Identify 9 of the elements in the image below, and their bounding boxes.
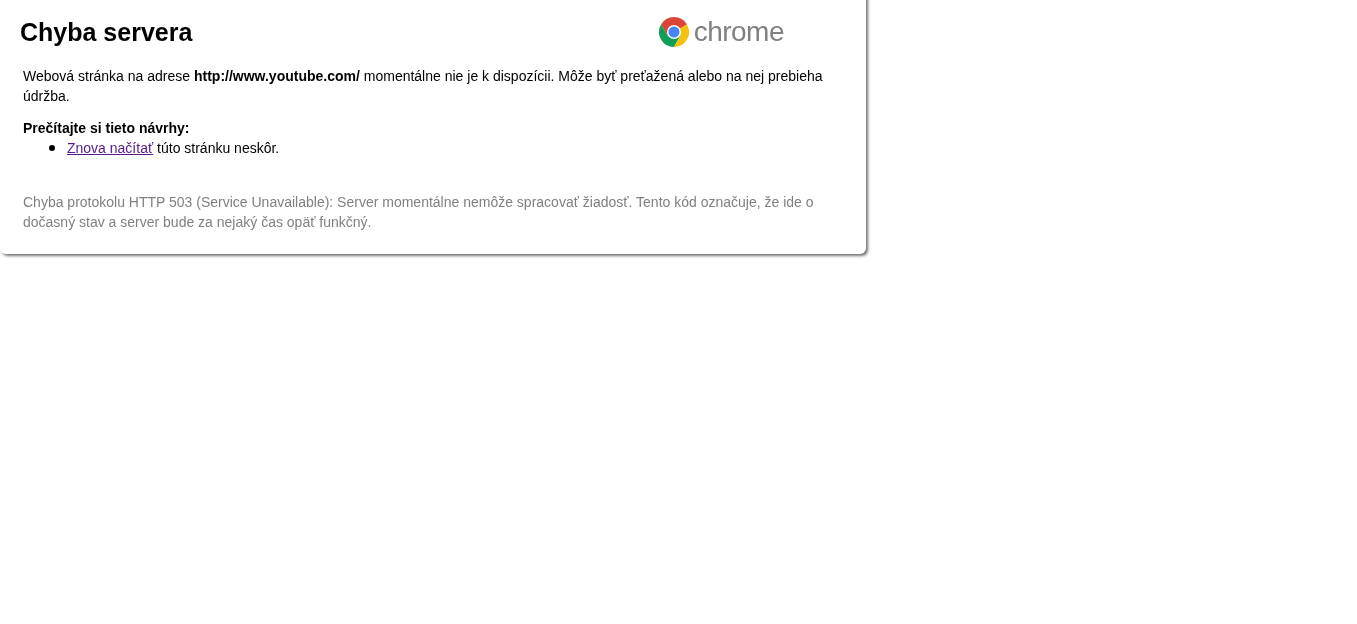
suggestions-heading: Prečítajte si tieto návrhy: [23,119,191,138]
suggestion-text: Znova načítať túto stránku neskôr. [67,139,280,158]
error-message: Webová stránka na adrese http://www.youtube.com/ momentálne nie je k dispozícii. Môže byť preťažená alebo na nej prebieha údržba. [23,67,824,106]
chrome-logo-icon [657,16,690,48]
page-title: Chyba servera [20,17,193,47]
reload-link[interactable]: Znova načítať [67,140,154,156]
error-detail: Chyba protokolu HTTP 503 (Service Unavailable): Server momentálne nemôže spracovať žiadosť. Tento kód označuje, že ide o dočasný stav a server bude za nejaký čas opäť funkčný. [23,193,815,232]
bullet-icon [49,145,55,151]
logo-text: chrome [693,16,784,48]
